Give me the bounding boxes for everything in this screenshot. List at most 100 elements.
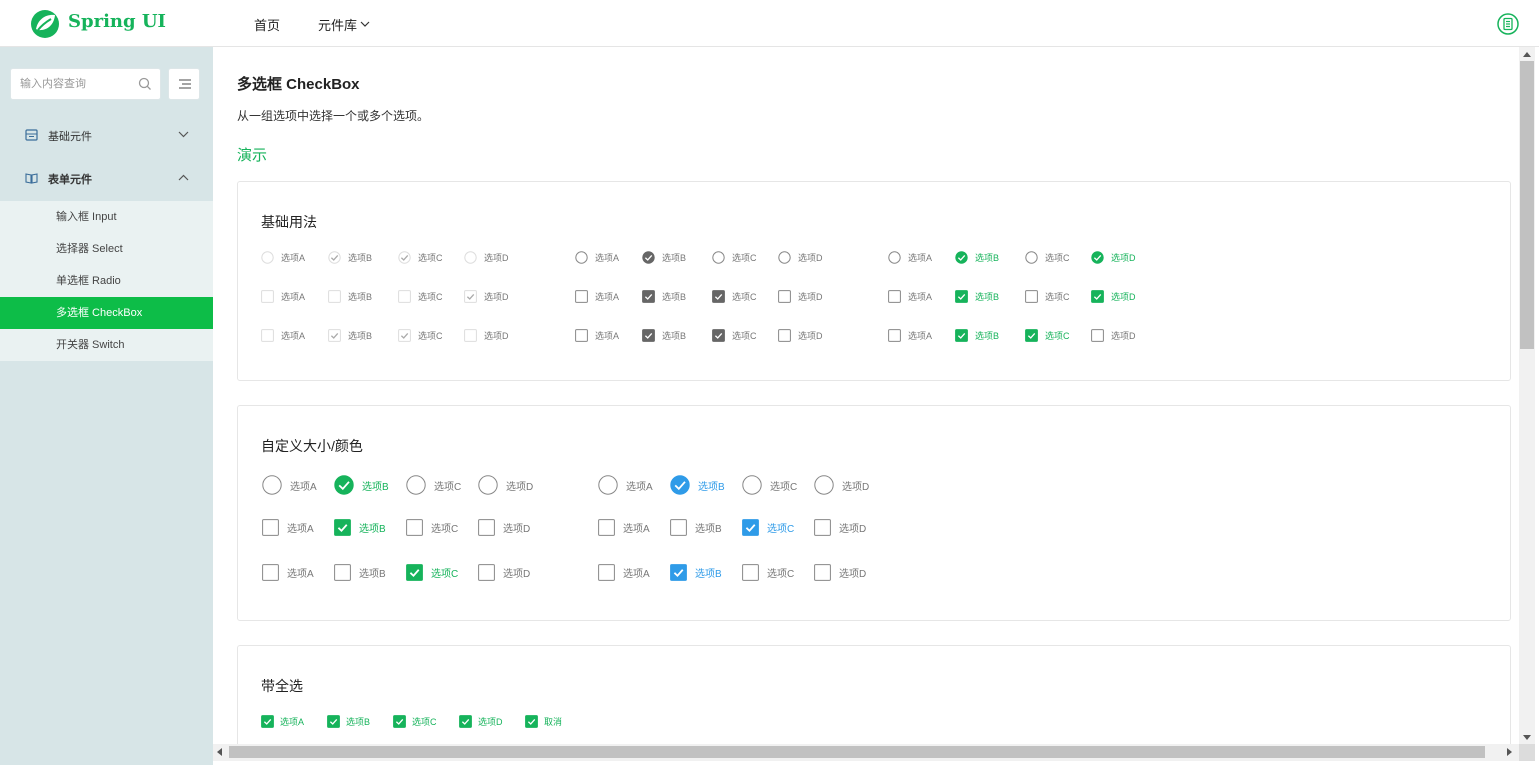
- checkbox-option[interactable]: 选项B: [642, 290, 686, 303]
- radio-option[interactable]: 选项C: [1025, 251, 1070, 264]
- checkbox-control[interactable]: [642, 290, 655, 303]
- checkbox-option[interactable]: 选项C: [398, 329, 443, 342]
- checkbox-option[interactable]: 选项C: [393, 715, 437, 728]
- checkbox-control[interactable]: [406, 519, 423, 536]
- checkbox-option[interactable]: 选项D: [1091, 329, 1136, 342]
- radio-option[interactable]: 选项B: [334, 475, 389, 495]
- checkbox-control[interactable]: [261, 329, 274, 342]
- checkbox-control[interactable]: [712, 290, 725, 303]
- checkbox-option[interactable]: 选项C: [406, 519, 458, 536]
- sidebar-item-select[interactable]: 选择器 Select: [0, 233, 213, 265]
- radio-control[interactable]: [1025, 251, 1038, 264]
- checkbox-option[interactable]: 选项D: [778, 329, 823, 342]
- radio-control[interactable]: [575, 251, 588, 264]
- radio-option[interactable]: 选项B: [328, 251, 372, 264]
- checkbox-option[interactable]: 选项B: [328, 329, 372, 342]
- checkbox-control[interactable]: [328, 290, 341, 303]
- checkbox-control[interactable]: [814, 564, 831, 581]
- checkbox-option[interactable]: 选项A: [888, 290, 932, 303]
- nav-home-link[interactable]: 首页: [254, 15, 280, 34]
- checkbox-option[interactable]: 选项D: [814, 519, 866, 536]
- checkbox-option[interactable]: 选项B: [327, 715, 370, 728]
- checkbox-option[interactable]: 选项A: [261, 290, 305, 303]
- radio-control[interactable]: [814, 475, 834, 495]
- radio-control[interactable]: [712, 251, 725, 264]
- radio-option[interactable]: 选项D: [778, 251, 823, 264]
- checkbox-control[interactable]: [334, 564, 351, 581]
- nav-library-dropdown[interactable]: 元件库: [318, 15, 370, 34]
- checkbox-option[interactable]: 选项B: [334, 519, 386, 536]
- radio-control[interactable]: [778, 251, 791, 264]
- radio-control[interactable]: [1091, 251, 1104, 264]
- document-icon[interactable]: [1497, 13, 1519, 35]
- radio-option[interactable]: 选项C: [406, 475, 461, 495]
- scroll-down-arrow-icon[interactable]: [1523, 735, 1531, 740]
- checkbox-option[interactable]: 选项D: [814, 564, 866, 581]
- checkbox-option[interactable]: 选项A: [262, 564, 314, 581]
- checkbox-control[interactable]: [478, 519, 495, 536]
- radio-control[interactable]: [262, 475, 282, 495]
- search-input[interactable]: [11, 69, 129, 99]
- checkbox-option[interactable]: 选项A: [888, 329, 932, 342]
- checkbox-control[interactable]: [398, 329, 411, 342]
- radio-option[interactable]: 选项B: [670, 475, 725, 495]
- checkbox-option[interactable]: 选项D: [464, 290, 509, 303]
- checkbox-control[interactable]: [1025, 290, 1038, 303]
- radio-option[interactable]: 选项D: [478, 475, 533, 495]
- checkbox-control[interactable]: [464, 329, 477, 342]
- checkbox-control[interactable]: [525, 715, 538, 728]
- radio-control[interactable]: [888, 251, 901, 264]
- radio-option[interactable]: 选项C: [742, 475, 797, 495]
- checkbox-control[interactable]: [1025, 329, 1038, 342]
- checkbox-control[interactable]: [398, 290, 411, 303]
- checkbox-option[interactable]: 选项A: [598, 519, 650, 536]
- checkbox-control[interactable]: [261, 715, 274, 728]
- radio-option[interactable]: 选项A: [888, 251, 932, 264]
- checkbox-control[interactable]: [327, 715, 340, 728]
- checkbox-option[interactable]: 选项D: [478, 519, 530, 536]
- radio-control[interactable]: [955, 251, 968, 264]
- checkbox-control[interactable]: [575, 329, 588, 342]
- checkbox-control[interactable]: [888, 290, 901, 303]
- checkbox-option[interactable]: 选项B: [670, 519, 722, 536]
- checkbox-option[interactable]: 选项B: [955, 329, 999, 342]
- checkbox-option[interactable]: 选项D: [778, 290, 823, 303]
- checkbox-control[interactable]: [598, 564, 615, 581]
- radio-option[interactable]: 选项A: [261, 251, 305, 264]
- collapse-menu-button[interactable]: [168, 68, 200, 100]
- checkbox-control[interactable]: [888, 329, 901, 342]
- radio-control[interactable]: [478, 475, 498, 495]
- checkbox-control[interactable]: [1091, 329, 1104, 342]
- checkbox-control[interactable]: [955, 329, 968, 342]
- spring-logo-icon[interactable]: [30, 9, 60, 39]
- checkbox-control[interactable]: [778, 290, 791, 303]
- checkbox-option[interactable]: 选项B: [334, 564, 386, 581]
- checkbox-control[interactable]: [814, 519, 831, 536]
- checkbox-option[interactable]: 选项D: [1091, 290, 1136, 303]
- sidebar-item-switch[interactable]: 开关器 Switch: [0, 329, 213, 361]
- checkbox-control[interactable]: [742, 519, 759, 536]
- checkbox-control[interactable]: [598, 519, 615, 536]
- checkbox-control[interactable]: [261, 290, 274, 303]
- radio-control[interactable]: [670, 475, 690, 495]
- radio-control[interactable]: [406, 475, 426, 495]
- checkbox-control[interactable]: [406, 564, 423, 581]
- checkbox-option[interactable]: 选项A: [261, 715, 304, 728]
- brand-name[interactable]: Spring UI: [68, 11, 166, 32]
- checkbox-control[interactable]: [955, 290, 968, 303]
- radio-control[interactable]: [261, 251, 274, 264]
- checkbox-control[interactable]: [712, 329, 725, 342]
- checkbox-control[interactable]: [778, 329, 791, 342]
- radio-control[interactable]: [464, 251, 477, 264]
- checkbox-option[interactable]: 选项D: [478, 564, 530, 581]
- checkbox-control[interactable]: [262, 519, 279, 536]
- radio-option[interactable]: 选项D: [464, 251, 509, 264]
- radio-control[interactable]: [742, 475, 762, 495]
- checkbox-option[interactable]: 选项B: [328, 290, 372, 303]
- checkbox-option[interactable]: 取消: [525, 715, 562, 728]
- checkbox-option[interactable]: 选项A: [575, 290, 619, 303]
- radio-option[interactable]: 选项D: [1091, 251, 1136, 264]
- checkbox-control[interactable]: [464, 290, 477, 303]
- sidebar-group-basic[interactable]: 基础元件: [0, 116, 213, 156]
- checkbox-control[interactable]: [670, 519, 687, 536]
